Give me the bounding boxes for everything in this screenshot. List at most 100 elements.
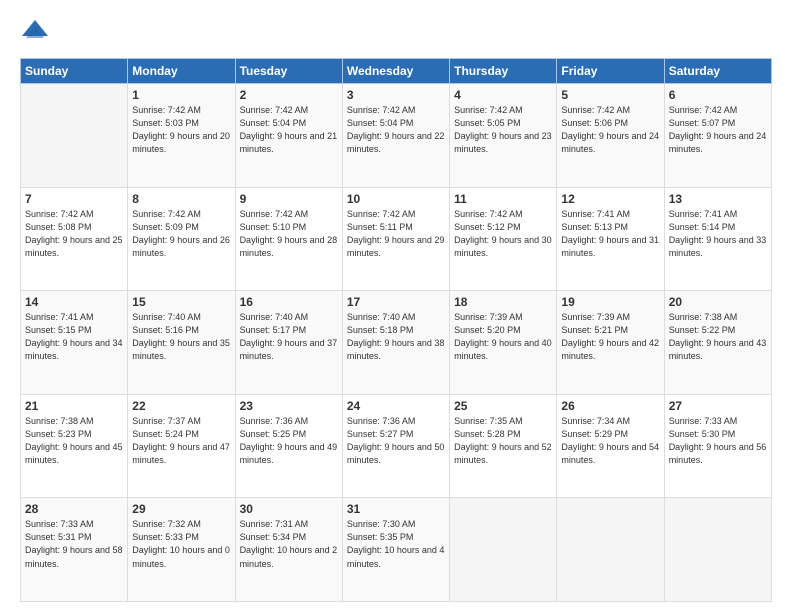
calendar-cell: 3 Sunrise: 7:42 AMSunset: 5:04 PMDayligh… [342, 84, 449, 188]
weekday-header-row: SundayMondayTuesdayWednesdayThursdayFrid… [21, 59, 772, 84]
day-info: Sunrise: 7:42 AMSunset: 5:06 PMDaylight:… [561, 105, 659, 154]
day-number: 3 [347, 88, 445, 102]
day-info: Sunrise: 7:41 AMSunset: 5:15 PMDaylight:… [25, 312, 123, 361]
calendar: SundayMondayTuesdayWednesdayThursdayFrid… [20, 58, 772, 602]
calendar-cell: 4 Sunrise: 7:42 AMSunset: 5:05 PMDayligh… [450, 84, 557, 188]
day-number: 17 [347, 295, 445, 309]
day-info: Sunrise: 7:40 AMSunset: 5:18 PMDaylight:… [347, 312, 445, 361]
calendar-cell: 30 Sunrise: 7:31 AMSunset: 5:34 PMDaylig… [235, 498, 342, 602]
day-info: Sunrise: 7:36 AMSunset: 5:25 PMDaylight:… [240, 416, 338, 465]
day-number: 19 [561, 295, 659, 309]
calendar-cell: 27 Sunrise: 7:33 AMSunset: 5:30 PMDaylig… [664, 394, 771, 498]
calendar-cell: 19 Sunrise: 7:39 AMSunset: 5:21 PMDaylig… [557, 291, 664, 395]
calendar-cell: 12 Sunrise: 7:41 AMSunset: 5:13 PMDaylig… [557, 187, 664, 291]
day-info: Sunrise: 7:31 AMSunset: 5:34 PMDaylight:… [240, 519, 338, 568]
day-number: 29 [132, 502, 230, 516]
calendar-cell: 24 Sunrise: 7:36 AMSunset: 5:27 PMDaylig… [342, 394, 449, 498]
day-info: Sunrise: 7:35 AMSunset: 5:28 PMDaylight:… [454, 416, 552, 465]
page: SundayMondayTuesdayWednesdayThursdayFrid… [0, 0, 792, 612]
day-number: 7 [25, 192, 123, 206]
day-number: 21 [25, 399, 123, 413]
header [20, 18, 772, 48]
calendar-cell: 25 Sunrise: 7:35 AMSunset: 5:28 PMDaylig… [450, 394, 557, 498]
calendar-cell: 10 Sunrise: 7:42 AMSunset: 5:11 PMDaylig… [342, 187, 449, 291]
calendar-cell: 31 Sunrise: 7:30 AMSunset: 5:35 PMDaylig… [342, 498, 449, 602]
day-number: 11 [454, 192, 552, 206]
day-info: Sunrise: 7:42 AMSunset: 5:03 PMDaylight:… [132, 105, 230, 154]
week-row-4: 28 Sunrise: 7:33 AMSunset: 5:31 PMDaylig… [21, 498, 772, 602]
day-info: Sunrise: 7:34 AMSunset: 5:29 PMDaylight:… [561, 416, 659, 465]
calendar-cell: 17 Sunrise: 7:40 AMSunset: 5:18 PMDaylig… [342, 291, 449, 395]
day-info: Sunrise: 7:32 AMSunset: 5:33 PMDaylight:… [132, 519, 230, 568]
day-info: Sunrise: 7:39 AMSunset: 5:21 PMDaylight:… [561, 312, 659, 361]
calendar-cell: 15 Sunrise: 7:40 AMSunset: 5:16 PMDaylig… [128, 291, 235, 395]
day-number: 2 [240, 88, 338, 102]
calendar-cell: 11 Sunrise: 7:42 AMSunset: 5:12 PMDaylig… [450, 187, 557, 291]
day-info: Sunrise: 7:42 AMSunset: 5:07 PMDaylight:… [669, 105, 767, 154]
weekday-header-monday: Monday [128, 59, 235, 84]
day-number: 8 [132, 192, 230, 206]
day-number: 5 [561, 88, 659, 102]
calendar-cell: 21 Sunrise: 7:38 AMSunset: 5:23 PMDaylig… [21, 394, 128, 498]
day-number: 23 [240, 399, 338, 413]
week-row-1: 7 Sunrise: 7:42 AMSunset: 5:08 PMDayligh… [21, 187, 772, 291]
calendar-cell: 18 Sunrise: 7:39 AMSunset: 5:20 PMDaylig… [450, 291, 557, 395]
weekday-header-sunday: Sunday [21, 59, 128, 84]
calendar-cell: 22 Sunrise: 7:37 AMSunset: 5:24 PMDaylig… [128, 394, 235, 498]
calendar-cell: 1 Sunrise: 7:42 AMSunset: 5:03 PMDayligh… [128, 84, 235, 188]
day-info: Sunrise: 7:42 AMSunset: 5:04 PMDaylight:… [240, 105, 338, 154]
calendar-cell: 9 Sunrise: 7:42 AMSunset: 5:10 PMDayligh… [235, 187, 342, 291]
day-info: Sunrise: 7:33 AMSunset: 5:30 PMDaylight:… [669, 416, 767, 465]
day-number: 18 [454, 295, 552, 309]
calendar-cell: 2 Sunrise: 7:42 AMSunset: 5:04 PMDayligh… [235, 84, 342, 188]
calendar-cell: 23 Sunrise: 7:36 AMSunset: 5:25 PMDaylig… [235, 394, 342, 498]
day-info: Sunrise: 7:40 AMSunset: 5:17 PMDaylight:… [240, 312, 338, 361]
day-info: Sunrise: 7:42 AMSunset: 5:11 PMDaylight:… [347, 209, 445, 258]
day-number: 28 [25, 502, 123, 516]
calendar-cell: 14 Sunrise: 7:41 AMSunset: 5:15 PMDaylig… [21, 291, 128, 395]
day-info: Sunrise: 7:42 AMSunset: 5:12 PMDaylight:… [454, 209, 552, 258]
day-info: Sunrise: 7:37 AMSunset: 5:24 PMDaylight:… [132, 416, 230, 465]
calendar-cell [21, 84, 128, 188]
calendar-cell: 20 Sunrise: 7:38 AMSunset: 5:22 PMDaylig… [664, 291, 771, 395]
calendar-cell: 13 Sunrise: 7:41 AMSunset: 5:14 PMDaylig… [664, 187, 771, 291]
calendar-cell [557, 498, 664, 602]
calendar-cell [450, 498, 557, 602]
day-number: 26 [561, 399, 659, 413]
calendar-body: 1 Sunrise: 7:42 AMSunset: 5:03 PMDayligh… [21, 84, 772, 602]
day-number: 31 [347, 502, 445, 516]
day-info: Sunrise: 7:41 AMSunset: 5:13 PMDaylight:… [561, 209, 659, 258]
day-info: Sunrise: 7:42 AMSunset: 5:05 PMDaylight:… [454, 105, 552, 154]
day-number: 14 [25, 295, 123, 309]
calendar-cell: 8 Sunrise: 7:42 AMSunset: 5:09 PMDayligh… [128, 187, 235, 291]
day-number: 10 [347, 192, 445, 206]
day-info: Sunrise: 7:42 AMSunset: 5:04 PMDaylight:… [347, 105, 445, 154]
calendar-cell: 29 Sunrise: 7:32 AMSunset: 5:33 PMDaylig… [128, 498, 235, 602]
day-info: Sunrise: 7:36 AMSunset: 5:27 PMDaylight:… [347, 416, 445, 465]
calendar-cell [664, 498, 771, 602]
logo-icon [20, 18, 50, 48]
day-number: 25 [454, 399, 552, 413]
day-info: Sunrise: 7:42 AMSunset: 5:10 PMDaylight:… [240, 209, 338, 258]
day-number: 4 [454, 88, 552, 102]
day-number: 20 [669, 295, 767, 309]
calendar-cell: 7 Sunrise: 7:42 AMSunset: 5:08 PMDayligh… [21, 187, 128, 291]
day-number: 13 [669, 192, 767, 206]
day-number: 16 [240, 295, 338, 309]
day-number: 27 [669, 399, 767, 413]
calendar-cell: 6 Sunrise: 7:42 AMSunset: 5:07 PMDayligh… [664, 84, 771, 188]
weekday-header-tuesday: Tuesday [235, 59, 342, 84]
calendar-cell: 28 Sunrise: 7:33 AMSunset: 5:31 PMDaylig… [21, 498, 128, 602]
week-row-0: 1 Sunrise: 7:42 AMSunset: 5:03 PMDayligh… [21, 84, 772, 188]
week-row-3: 21 Sunrise: 7:38 AMSunset: 5:23 PMDaylig… [21, 394, 772, 498]
day-info: Sunrise: 7:42 AMSunset: 5:09 PMDaylight:… [132, 209, 230, 258]
weekday-header-thursday: Thursday [450, 59, 557, 84]
weekday-header-friday: Friday [557, 59, 664, 84]
day-number: 12 [561, 192, 659, 206]
calendar-cell: 5 Sunrise: 7:42 AMSunset: 5:06 PMDayligh… [557, 84, 664, 188]
day-number: 30 [240, 502, 338, 516]
weekday-header-wednesday: Wednesday [342, 59, 449, 84]
day-info: Sunrise: 7:33 AMSunset: 5:31 PMDaylight:… [25, 519, 123, 568]
calendar-cell: 26 Sunrise: 7:34 AMSunset: 5:29 PMDaylig… [557, 394, 664, 498]
day-number: 6 [669, 88, 767, 102]
